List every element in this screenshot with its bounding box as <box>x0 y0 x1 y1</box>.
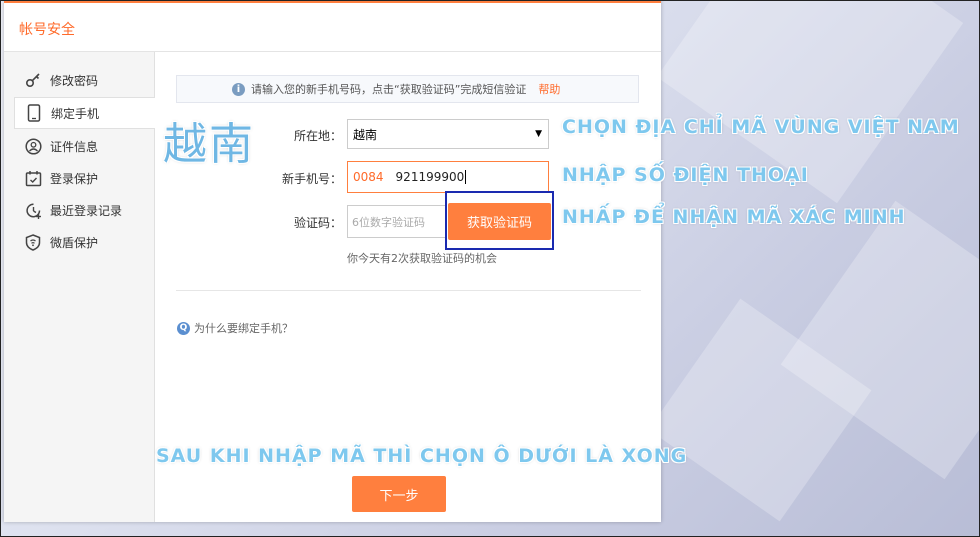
sidebar-item-label: 绑定手机 <box>51 106 100 121</box>
faq-link[interactable]: Q 为什么要绑定手机？ <box>177 320 293 336</box>
phone-icon <box>25 104 43 122</box>
code-placeholder: 6位数字验证码 <box>352 215 425 229</box>
caret-down-icon: ▼ <box>535 129 542 139</box>
phone-number-value: 921199900 <box>395 170 465 184</box>
annotation-finish: SAU KHI NHẬP MÃ THÌ CHỌN Ô DƯỚI LÀ XONG <box>156 445 688 467</box>
text-cursor <box>465 170 467 184</box>
phone-input[interactable]: 0084 921199900 <box>347 161 549 193</box>
code-label: 验证码： <box>293 216 342 230</box>
location-select[interactable]: 越南 ▼ <box>347 119 549 149</box>
sidebar-item-label: 登录保护 <box>50 171 99 186</box>
notice-text: 请输入您的新手机号码，点击“获取验证码”完成短信验证 <box>251 83 527 96</box>
key-icon <box>24 71 42 89</box>
sidebar-item-bind-phone[interactable]: 绑定手机 <box>14 97 155 129</box>
remaining-attempts-text: 你今天有2次获取验证码的机会 <box>347 252 497 265</box>
window-header: 帐号安全 <box>4 3 661 52</box>
account-security-window: 帐号安全 修改密码 绑定手机 证件信息 登录保护 最近登录记录 微盾保护 i 请… <box>4 0 661 522</box>
login-protect-icon <box>24 169 42 187</box>
annotation-select-region: CHỌN ĐỊA CHỈ MÃ VÙNG VIỆT NAM <box>562 116 960 138</box>
sidebar-item-label: 修改密码 <box>50 73 99 88</box>
sidebar-item-recent-logins[interactable]: 最近登录记录 <box>14 194 154 226</box>
location-label: 所在地： <box>293 129 342 143</box>
id-card-icon <box>24 137 42 155</box>
history-icon <box>24 201 42 219</box>
divider <box>176 290 641 291</box>
get-code-button[interactable]: 获取验证码 <box>448 203 551 240</box>
annotation-enter-phone: NHẬP SỐ ĐIỆN THOẠI <box>562 164 809 186</box>
help-link[interactable]: 帮助 <box>538 81 560 97</box>
verification-code-input[interactable]: 6位数字验证码 <box>347 205 447 238</box>
info-icon: i <box>232 82 245 96</box>
sidebar-item-id-info[interactable]: 证件信息 <box>14 130 154 162</box>
sidebar-item-change-password[interactable]: 修改密码 <box>14 64 154 96</box>
sidebar-item-label: 最近登录记录 <box>50 203 123 218</box>
faq-label: 为什么要绑定手机？ <box>194 322 293 335</box>
sidebar: 修改密码 绑定手机 证件信息 登录保护 最近登录记录 微盾保护 <box>4 52 155 522</box>
window-title: 帐号安全 <box>19 22 75 38</box>
country-code-prefix: 0084 <box>353 170 384 184</box>
location-value: 越南 <box>353 127 378 142</box>
annotation-get-code: NHẤP ĐỂ NHẬN MÃ XÁC MINH <box>562 206 906 228</box>
sidebar-item-login-protection[interactable]: 登录保护 <box>14 162 154 194</box>
question-icon: Q <box>177 321 190 335</box>
next-step-button[interactable]: 下一步 <box>352 476 446 512</box>
annotation-country-handwritten: 越南 <box>163 119 255 170</box>
sidebar-item-label: 微盾保护 <box>50 235 99 250</box>
shield-icon <box>24 233 42 251</box>
phone-label: 新手机号： <box>281 172 342 186</box>
sidebar-item-micro-shield[interactable]: 微盾保护 <box>14 226 154 258</box>
sidebar-item-label: 证件信息 <box>50 139 99 154</box>
notice-bar: i 请输入您的新手机号码，点击“获取验证码”完成短信验证 帮助 <box>176 75 639 103</box>
